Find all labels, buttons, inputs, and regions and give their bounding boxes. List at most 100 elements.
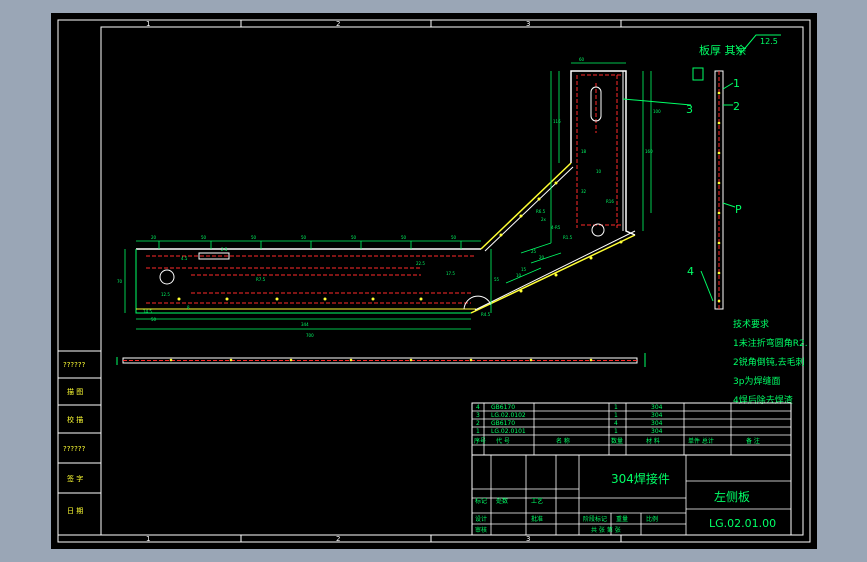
- bom-row-4-code: LG.02.0101: [491, 428, 526, 435]
- svg-text:55: 55: [494, 277, 500, 282]
- svg-text:50: 50: [201, 235, 207, 240]
- tb-label-review: 审核: [475, 526, 487, 534]
- tb-part-name: 左侧板: [714, 489, 750, 504]
- tb-label-zones: 处数: [496, 497, 508, 505]
- svg-text:17.5: 17.5: [446, 271, 455, 276]
- roughness-note: 板厚 其余 12.5: [699, 34, 781, 57]
- svg-text:50: 50: [301, 235, 307, 240]
- tech-item-1: 1未注折弯圆角R2.: [733, 337, 808, 349]
- tech-item-2: 2锐角倒钝,去毛刺: [733, 356, 805, 368]
- bom-header-code: 代 号: [496, 437, 510, 445]
- side-cell-3: 校 描: [67, 415, 83, 424]
- bom-header-no: 序号: [474, 437, 486, 445]
- svg-text:20: 20: [151, 235, 157, 240]
- svg-text:60: 60: [579, 57, 585, 62]
- svg-text:R1.5: R1.5: [563, 235, 573, 240]
- grid-ref-top-2: 2: [336, 20, 340, 28]
- tb-label-mark: 标记: [475, 497, 487, 505]
- side-cell-4: ??????: [63, 445, 86, 453]
- bom-row-4-mat: 304: [651, 428, 663, 435]
- leader-2: 2: [733, 100, 740, 113]
- title-block: 标记 处数 设计 审核 工艺 批准 阶段标记 重量 比例 共 张 第 张 304…: [471, 454, 792, 536]
- drawing-canvas[interactable]: 1 2 3 1 2 3 ?????? 描 图 校 描 ?????? 签 字 日 …: [51, 13, 817, 549]
- svg-text:100: 100: [653, 109, 661, 114]
- svg-text:50: 50: [151, 317, 157, 322]
- svg-text:12.5: 12.5: [161, 292, 170, 297]
- sheet-inner-frame: [100, 26, 804, 536]
- svg-text:14.5: 14.5: [143, 309, 152, 314]
- side-view: 1 2 3 P 4: [622, 67, 742, 310]
- leader-p: P: [735, 203, 742, 216]
- svg-text:25: 25: [531, 249, 537, 254]
- sheet-outer-border: [57, 19, 811, 543]
- bom-row-3-no: 2: [476, 420, 480, 427]
- svg-text:50: 50: [451, 235, 457, 240]
- bom-row-3-code: GB6170: [491, 420, 515, 427]
- bom-row-3-mat: 304: [651, 420, 663, 427]
- tb-label-sheet: 共 张 第 张: [591, 526, 621, 534]
- roughness-value: 12.5: [760, 37, 778, 46]
- svg-text:2x: 2x: [541, 217, 547, 222]
- bom-table: 4 GB6170 1 304 3 LG.02.0102 1 304 2 GB61…: [471, 402, 792, 456]
- grid-ref-top-1: 1: [146, 20, 150, 28]
- tb-label-process: 工艺: [531, 497, 543, 505]
- tb-label-weight: 重量: [616, 515, 628, 523]
- svg-text:344: 344: [301, 322, 309, 327]
- leader-4: 4: [687, 265, 694, 278]
- svg-text:2.5: 2.5: [221, 247, 228, 252]
- svg-text:4.5: 4.5: [181, 256, 188, 261]
- svg-text:50: 50: [251, 235, 257, 240]
- bom-row-1-mat: 304: [651, 404, 663, 411]
- flat-bar-view: [116, 353, 646, 367]
- svg-text:700: 700: [306, 333, 314, 338]
- leader-3: 3: [686, 103, 693, 116]
- bom-row-2-no: 3: [476, 412, 480, 419]
- bom-row-1-no: 4: [476, 404, 480, 411]
- cad-viewport[interactable]: 1 2 3 1 2 3 ?????? 描 图 校 描 ?????? 签 字 日 …: [51, 13, 817, 549]
- svg-text:50: 50: [351, 235, 357, 240]
- grid-ref-bottom-2: 2: [336, 535, 340, 543]
- tb-material-name: 304焊接件: [611, 471, 670, 486]
- tech-requirements: 技术要求 1未注折弯圆角R2. 2锐角倒钝,去毛刺 3p为焊缝面 4焊后除去焊渣: [733, 318, 808, 406]
- svg-text:50: 50: [401, 235, 407, 240]
- side-cell-1: ??????: [63, 361, 86, 369]
- side-cell-6: 日 期: [67, 507, 83, 515]
- svg-text:22.5: 22.5: [416, 261, 425, 266]
- tb-label-approve: 批准: [531, 515, 543, 523]
- svg-text:R4.5: R4.5: [481, 312, 491, 317]
- svg-text:70: 70: [117, 279, 123, 284]
- svg-text:18: 18: [581, 149, 587, 154]
- svg-text:160: 160: [645, 149, 653, 154]
- leader-1: 1: [733, 77, 740, 90]
- svg-text:32: 32: [581, 189, 587, 194]
- tech-item-4: 4焊后除去焊渣: [733, 394, 793, 406]
- bom-header-weight: 单件 总计: [688, 437, 714, 445]
- tb-drawing-no: LG.02.01.00: [709, 517, 776, 530]
- bom-row-3-qty: 4: [614, 420, 618, 427]
- bom-header-name: 名 称: [556, 437, 570, 445]
- bom-header-note: 备 注: [746, 437, 760, 445]
- bom-row-2-mat: 304: [651, 412, 663, 419]
- bom-row-1-code: GB6170: [491, 404, 515, 411]
- main-part-view: 20 50 50 50 50 50 50 344 700 70 55 14.5 116 60 160…: [117, 57, 661, 338]
- svg-text:R7.5: R7.5: [256, 277, 266, 282]
- side-cell-2: 描 图: [67, 387, 83, 396]
- svg-text:20: 20: [539, 255, 545, 260]
- svg-text:R6.5: R6.5: [536, 209, 546, 214]
- bom-row-2-qty: 1: [614, 412, 618, 419]
- svg-text:4-R5: 4-R5: [551, 225, 561, 230]
- bom-row-4-no: 1: [476, 428, 480, 435]
- side-cell-5: 签 字: [67, 474, 83, 483]
- grid-ticks: [240, 20, 622, 542]
- svg-text:10: 10: [516, 273, 522, 278]
- tech-title: 技术要求: [733, 318, 769, 330]
- bom-header-qty: 数量: [611, 437, 623, 445]
- svg-text:10: 10: [596, 169, 602, 174]
- bom-row-2-code: LG.02.0102: [491, 412, 526, 419]
- svg-text:15: 15: [521, 267, 527, 272]
- tech-item-3: 3p为焊缝面: [733, 375, 780, 387]
- tb-label-stage: 阶段标记: [583, 515, 607, 523]
- svg-text:R16: R16: [606, 199, 614, 204]
- side-strip: ?????? 描 图 校 描 ?????? 签 字 日 期: [57, 350, 102, 536]
- tb-label-scale: 比例: [646, 515, 658, 523]
